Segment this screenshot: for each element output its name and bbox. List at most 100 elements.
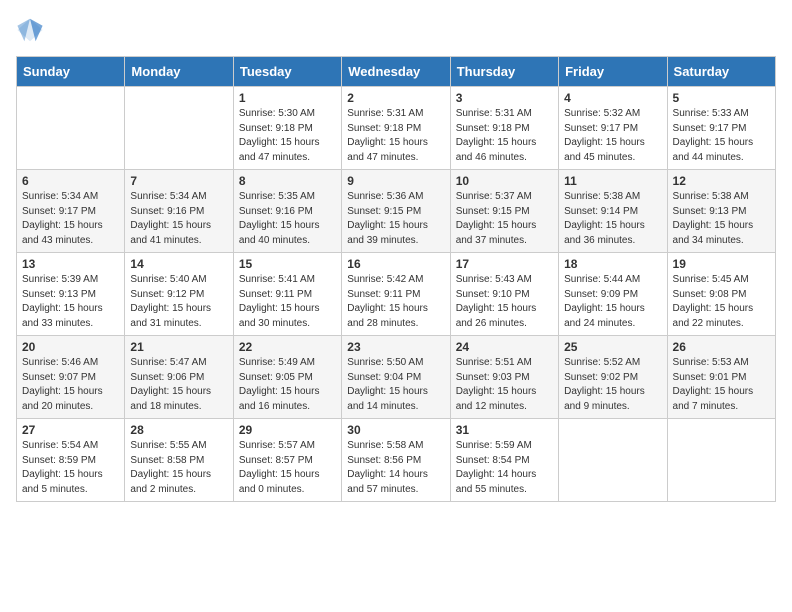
calendar-cell: 23Sunrise: 5:50 AM Sunset: 9:04 PM Dayli…	[342, 336, 450, 419]
day-info: Sunrise: 5:31 AM Sunset: 9:18 PM Dayligh…	[456, 107, 553, 165]
week-row-4: 20Sunrise: 5:46 AM Sunset: 9:07 PM Dayli…	[17, 336, 776, 419]
calendar-cell: 20Sunrise: 5:46 AM Sunset: 9:07 PM Dayli…	[17, 336, 125, 419]
calendar-cell: 12Sunrise: 5:38 AM Sunset: 9:13 PM Dayli…	[667, 170, 775, 253]
day-info: Sunrise: 5:37 AM Sunset: 9:15 PM Dayligh…	[456, 190, 553, 248]
calendar-cell: 4 Sunrise: 5:32 AM Sunset: 9:17 PM Daylig…	[559, 87, 667, 170]
day-number: 14	[130, 257, 227, 271]
calendar-cell: 9 Sunrise: 5:36 AM Sunset: 9:15 PM Daylig…	[342, 170, 450, 253]
day-info: Sunrise: 5:38 AM Sunset: 9:14 PM Dayligh…	[564, 190, 661, 248]
day-info: Sunrise: 5:53 AM Sunset: 9:01 PM Dayligh…	[673, 356, 770, 414]
day-number: 28	[130, 423, 227, 437]
calendar-cell: 15 Sunrise: 5:41 AM Sunset: 9:11 PM Dayli…	[233, 253, 341, 336]
day-number: 26	[673, 340, 770, 354]
day-info: Sunrise: 5:44 AM Sunset: 9:09 PM Dayligh…	[564, 273, 661, 331]
day-number: 22	[239, 340, 336, 354]
day-number: 7	[130, 174, 227, 188]
calendar-cell: 27 Sunrise: 5:54 AM Sunset: 8:59 PM Dayli…	[17, 419, 125, 502]
header-thursday: Thursday	[450, 57, 558, 87]
day-info: Sunrise: 5:36 AM Sunset: 9:15 PM Dayligh…	[347, 190, 444, 248]
calendar-cell: 18 Sunrise: 5:44 AM Sunset: 9:09 PM Dayli…	[559, 253, 667, 336]
day-info: Sunrise: 5:46 AM Sunset: 9:07 PM Dayligh…	[22, 356, 119, 414]
calendar-cell	[17, 87, 125, 170]
day-info: Sunrise: 5:34 AM Sunset: 9:17 PM Dayligh…	[22, 190, 119, 248]
day-info: Sunrise: 5:39 AM Sunset: 9:13 PM Dayligh…	[22, 273, 119, 331]
day-info: Sunrise: 5:34 AM Sunset: 9:16 PM Dayligh…	[130, 190, 227, 248]
day-info: Sunrise: 5:43 AM Sunset: 9:10 PM Dayligh…	[456, 273, 553, 331]
calendar-cell: 7 Sunrise: 5:34 AM Sunset: 9:16 PM Daylig…	[125, 170, 233, 253]
calendar-cell: 17 Sunrise: 5:43 AM Sunset: 9:10 PM Dayli…	[450, 253, 558, 336]
calendar-cell: 5 Sunrise: 5:33 AM Sunset: 9:17 PM Daylig…	[667, 87, 775, 170]
day-number: 6	[22, 174, 119, 188]
day-number: 25	[564, 340, 661, 354]
calendar-cell: 31 Sunrise: 5:59 AM Sunset: 8:54 PM Dayli…	[450, 419, 558, 502]
day-info: Sunrise: 5:47 AM Sunset: 9:06 PM Dayligh…	[130, 356, 227, 414]
calendar-cell: 21Sunrise: 5:47 AM Sunset: 9:06 PM Dayli…	[125, 336, 233, 419]
day-number: 13	[22, 257, 119, 271]
day-number: 16	[347, 257, 444, 271]
calendar-cell: 8 Sunrise: 5:35 AM Sunset: 9:16 PM Daylig…	[233, 170, 341, 253]
day-number: 2	[347, 91, 444, 105]
day-info: Sunrise: 5:35 AM Sunset: 9:16 PM Dayligh…	[239, 190, 336, 248]
day-info: Sunrise: 5:55 AM Sunset: 8:58 PM Dayligh…	[130, 439, 227, 497]
week-row-2: 6 Sunrise: 5:34 AM Sunset: 9:17 PM Daylig…	[17, 170, 776, 253]
calendar-cell: 19Sunrise: 5:45 AM Sunset: 9:08 PM Dayli…	[667, 253, 775, 336]
calendar-cell: 25 Sunrise: 5:52 AM Sunset: 9:02 PM Dayli…	[559, 336, 667, 419]
calendar-cell: 30Sunrise: 5:58 AM Sunset: 8:56 PM Dayli…	[342, 419, 450, 502]
day-info: Sunrise: 5:51 AM Sunset: 9:03 PM Dayligh…	[456, 356, 553, 414]
day-number: 11	[564, 174, 661, 188]
calendar-cell: 2Sunrise: 5:31 AM Sunset: 9:18 PM Daylig…	[342, 87, 450, 170]
calendar-cell: 16 Sunrise: 5:42 AM Sunset: 9:11 PM Dayli…	[342, 253, 450, 336]
day-info: Sunrise: 5:33 AM Sunset: 9:17 PM Dayligh…	[673, 107, 770, 165]
day-number: 4	[564, 91, 661, 105]
day-number: 31	[456, 423, 553, 437]
calendar-cell: 29 Sunrise: 5:57 AM Sunset: 8:57 PM Dayli…	[233, 419, 341, 502]
day-info: Sunrise: 5:50 AM Sunset: 9:04 PM Dayligh…	[347, 356, 444, 414]
day-number: 9	[347, 174, 444, 188]
day-info: Sunrise: 5:42 AM Sunset: 9:11 PM Dayligh…	[347, 273, 444, 331]
day-number: 15	[239, 257, 336, 271]
day-number: 17	[456, 257, 553, 271]
calendar-cell	[667, 419, 775, 502]
day-info: Sunrise: 5:45 AM Sunset: 9:08 PM Dayligh…	[673, 273, 770, 331]
calendar-table: SundayMondayTuesdayWednesdayThursdayFrid…	[16, 56, 776, 502]
week-row-1: 1 Sunrise: 5:30 AM Sunset: 9:18 PM Daylig…	[17, 87, 776, 170]
header-friday: Friday	[559, 57, 667, 87]
day-info: Sunrise: 5:32 AM Sunset: 9:17 PM Dayligh…	[564, 107, 661, 165]
day-number: 27	[22, 423, 119, 437]
calendar-cell: 1 Sunrise: 5:30 AM Sunset: 9:18 PM Daylig…	[233, 87, 341, 170]
week-row-5: 27 Sunrise: 5:54 AM Sunset: 8:59 PM Dayli…	[17, 419, 776, 502]
day-info: Sunrise: 5:57 AM Sunset: 8:57 PM Dayligh…	[239, 439, 336, 497]
day-number: 24	[456, 340, 553, 354]
day-number: 1	[239, 91, 336, 105]
header-saturday: Saturday	[667, 57, 775, 87]
day-number: 8	[239, 174, 336, 188]
day-info: Sunrise: 5:38 AM Sunset: 9:13 PM Dayligh…	[673, 190, 770, 248]
calendar-cell: 26 Sunrise: 5:53 AM Sunset: 9:01 PM Dayli…	[667, 336, 775, 419]
header-tuesday: Tuesday	[233, 57, 341, 87]
header-wednesday: Wednesday	[342, 57, 450, 87]
day-number: 30	[347, 423, 444, 437]
day-info: Sunrise: 5:52 AM Sunset: 9:02 PM Dayligh…	[564, 356, 661, 414]
day-number: 5	[673, 91, 770, 105]
logo-icon	[16, 16, 44, 44]
calendar-cell: 24 Sunrise: 5:51 AM Sunset: 9:03 PM Dayli…	[450, 336, 558, 419]
day-info: Sunrise: 5:54 AM Sunset: 8:59 PM Dayligh…	[22, 439, 119, 497]
week-row-3: 13 Sunrise: 5:39 AM Sunset: 9:13 PM Dayli…	[17, 253, 776, 336]
day-info: Sunrise: 5:41 AM Sunset: 9:11 PM Dayligh…	[239, 273, 336, 331]
calendar-cell	[559, 419, 667, 502]
day-info: Sunrise: 5:40 AM Sunset: 9:12 PM Dayligh…	[130, 273, 227, 331]
day-info: Sunrise: 5:59 AM Sunset: 8:54 PM Dayligh…	[456, 439, 553, 497]
calendar-cell: 22Sunrise: 5:49 AM Sunset: 9:05 PM Dayli…	[233, 336, 341, 419]
calendar-cell: 11 Sunrise: 5:38 AM Sunset: 9:14 PM Dayli…	[559, 170, 667, 253]
logo	[16, 16, 48, 44]
day-number: 29	[239, 423, 336, 437]
calendar-cell	[125, 87, 233, 170]
day-info: Sunrise: 5:30 AM Sunset: 9:18 PM Dayligh…	[239, 107, 336, 165]
day-number: 18	[564, 257, 661, 271]
calendar-header-row: SundayMondayTuesdayWednesdayThursdayFrid…	[17, 57, 776, 87]
calendar-cell: 3Sunrise: 5:31 AM Sunset: 9:18 PM Daylig…	[450, 87, 558, 170]
page-header	[16, 16, 776, 44]
calendar-cell: 10 Sunrise: 5:37 AM Sunset: 9:15 PM Dayli…	[450, 170, 558, 253]
header-monday: Monday	[125, 57, 233, 87]
day-number: 10	[456, 174, 553, 188]
